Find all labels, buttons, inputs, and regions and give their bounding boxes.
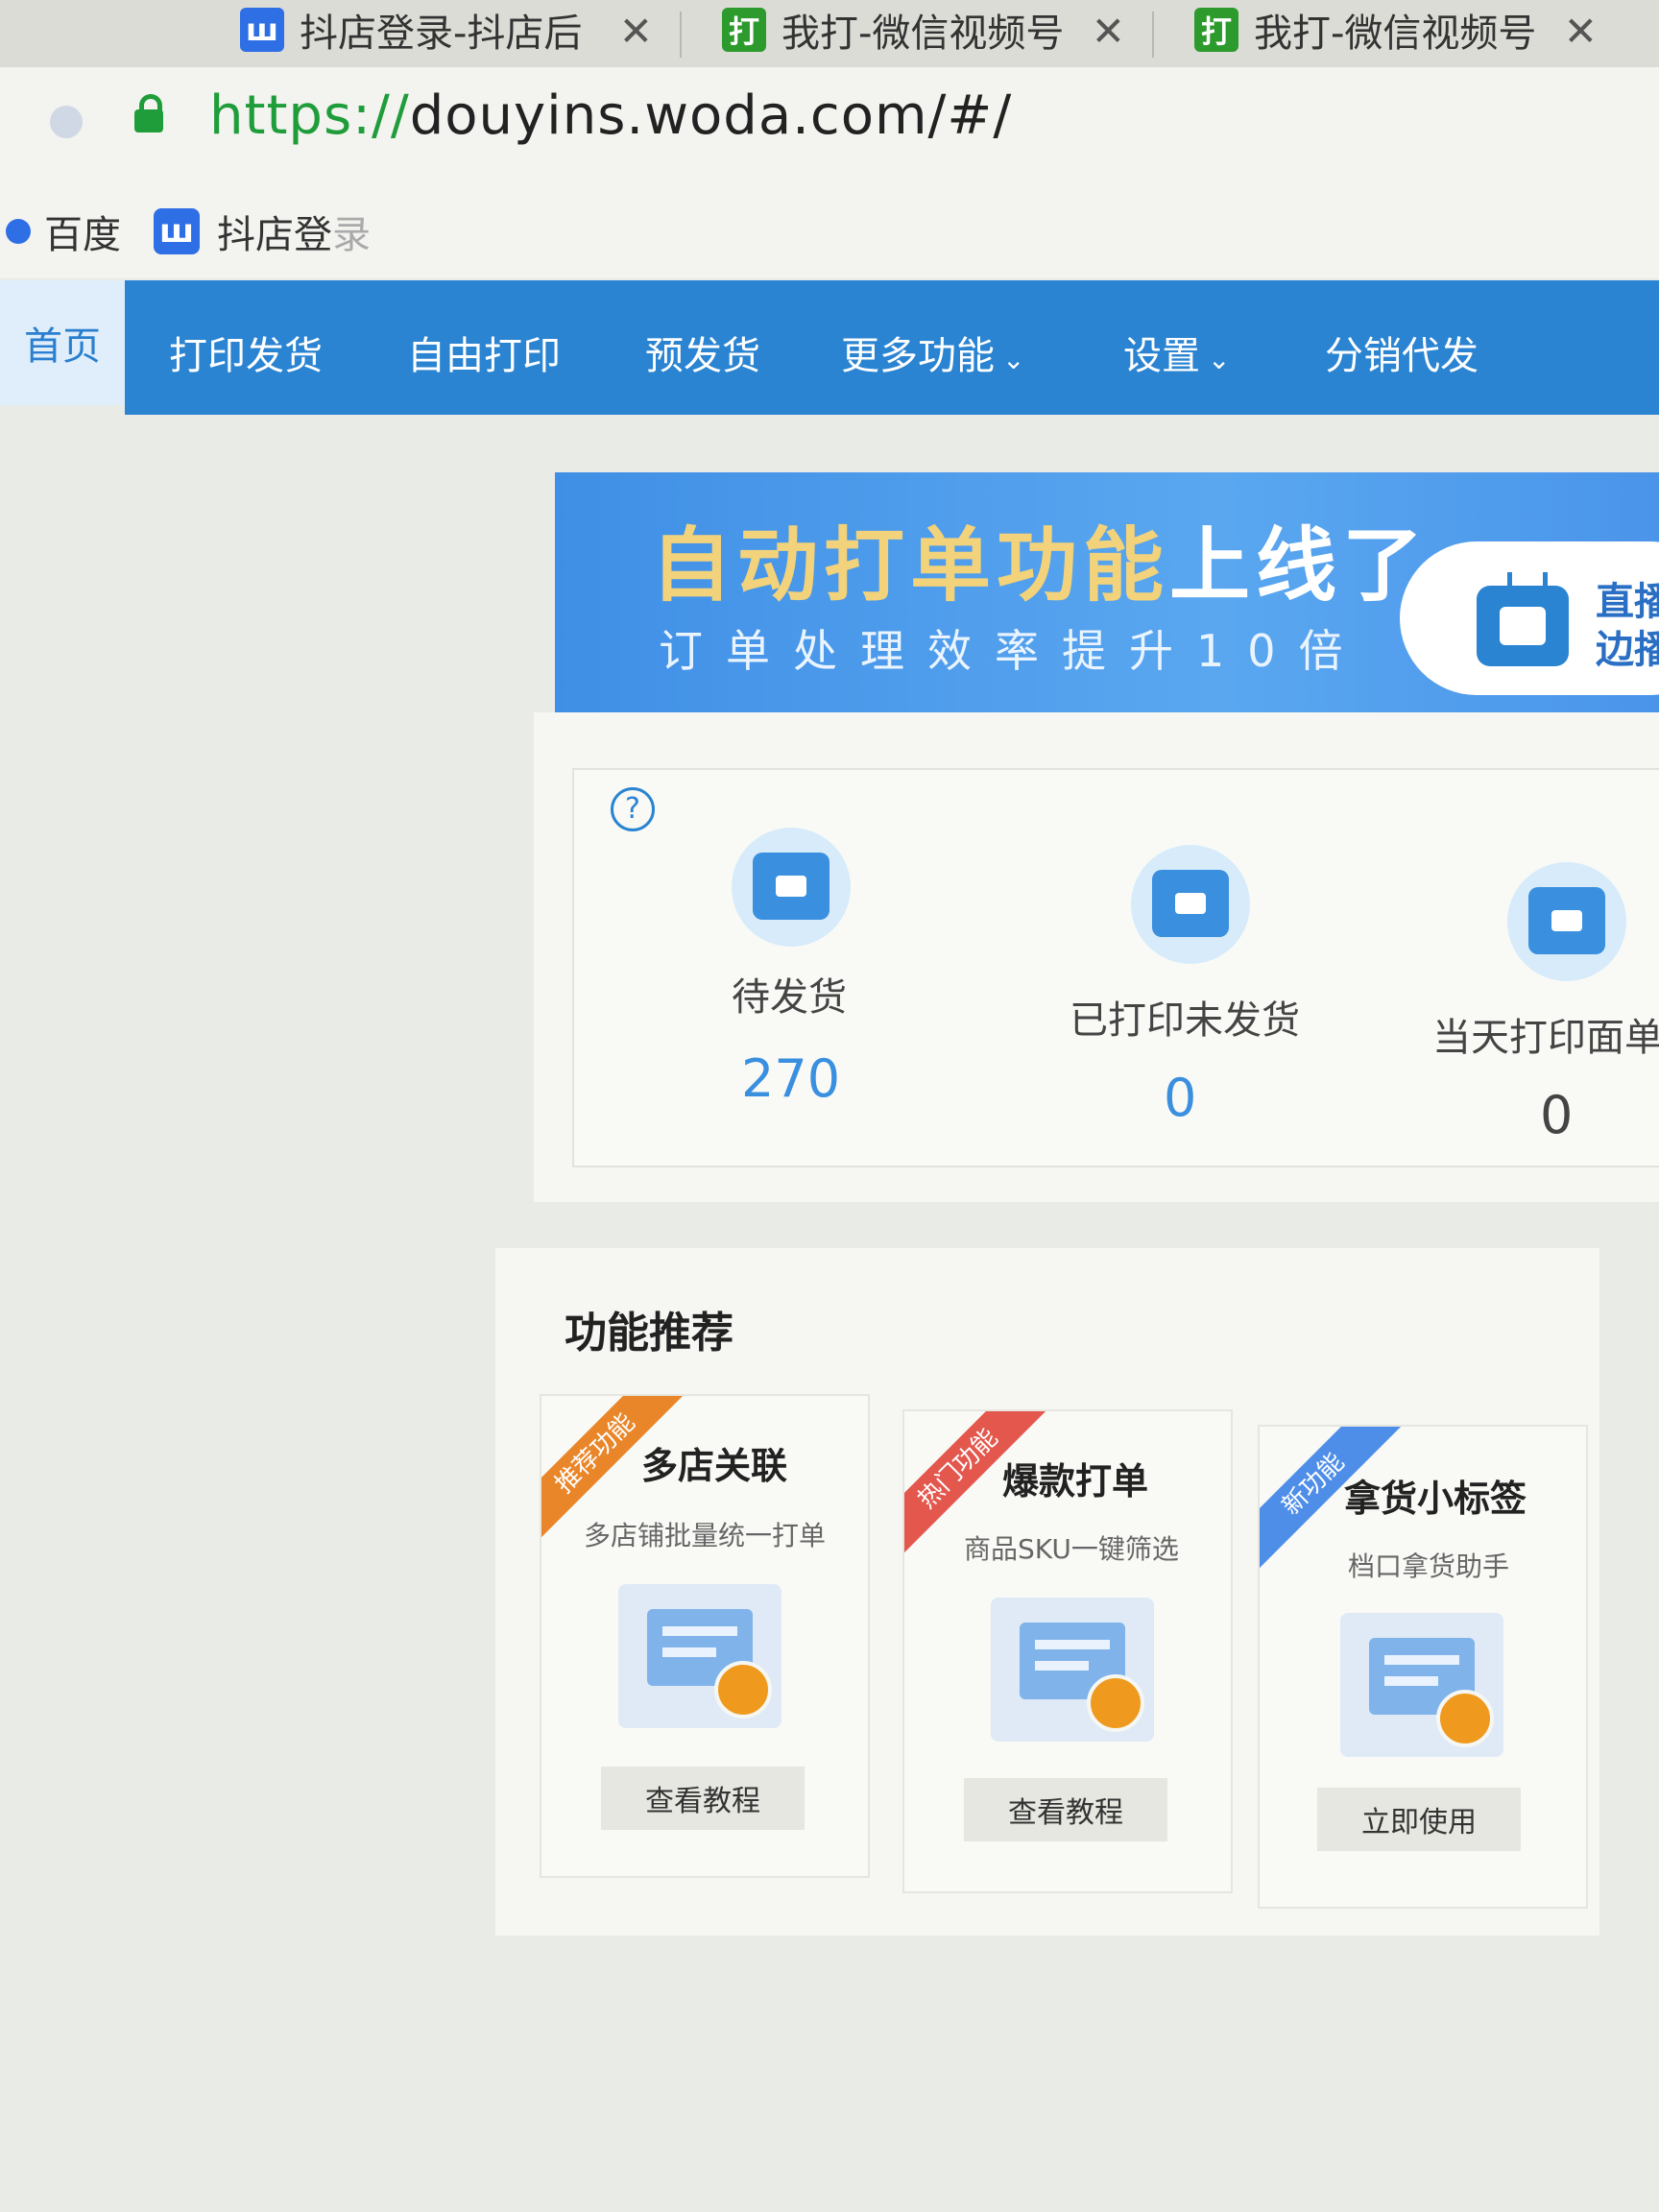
close-icon[interactable]: ✕: [619, 8, 653, 55]
tv-icon: [1477, 572, 1569, 666]
view-tutorial-button[interactable]: 查看教程: [964, 1778, 1167, 1841]
nav-tab-more-features[interactable]: 更多功能 ⌄: [841, 325, 1024, 380]
stat-label-printed-unshipped: 已打印未发货: [1070, 998, 1300, 1043]
nav-label: 自由打印: [407, 334, 561, 378]
stat-label-pending: 待发货: [732, 975, 847, 1020]
banner-title-rest: 上线了: [1169, 518, 1430, 613]
stat-value-pending[interactable]: 270: [741, 1048, 840, 1109]
bookmark-douyin-login[interactable]: ш 抖店登录: [154, 204, 371, 259]
truck-icon: [732, 828, 851, 947]
url-field[interactable]: https://douyins.woda.com/#/: [209, 84, 1012, 147]
url-path: douyins.woda.com/#/: [409, 84, 1013, 147]
feature-name: 拿货小标签: [1344, 1478, 1527, 1520]
view-tutorial-button[interactable]: 查看教程: [601, 1767, 805, 1830]
banner-pill-text: 直播 边播: [1596, 578, 1659, 674]
stat-value-printed-unshipped[interactable]: 0: [1164, 1068, 1196, 1128]
banner-title: 自动打单功能上线了: [651, 501, 1429, 617]
feature-desc: 商品SKU一键筛选: [964, 1533, 1179, 1565]
stat-label-today-printed: 当天打印面单数: [1432, 1016, 1659, 1060]
tab-separator: [1152, 12, 1154, 58]
bookmark-label-faded: 录: [332, 213, 371, 257]
woda-logo-icon: 打: [722, 8, 766, 52]
tab-title: 抖店登录-抖店后: [300, 12, 583, 56]
lock-icon[interactable]: [134, 94, 163, 132]
feature-name: 爆款打单: [1002, 1460, 1149, 1503]
close-icon[interactable]: ✕: [1564, 8, 1598, 55]
nav-tab-print-ship[interactable]: 打印发货: [169, 325, 323, 380]
douyin-logo-icon: ш: [240, 8, 284, 52]
stat-value-today-printed[interactable]: 0: [1540, 1085, 1573, 1145]
nav-label: 设置: [1123, 334, 1200, 378]
nav-tab-pre-ship[interactable]: 预发货: [645, 325, 760, 380]
shopping-bag-illustration-icon: [991, 1598, 1154, 1742]
browser-tab-woda-1[interactable]: 打 我打-微信视频号 ✕: [722, 0, 1125, 60]
tab-separator: [680, 12, 682, 58]
link-badge-icon: [714, 1661, 772, 1719]
bookmark-baidu[interactable]: 百度: [6, 204, 121, 259]
browser-tab-douyin-login[interactable]: ш 抖店登录-抖店后 ✕: [240, 0, 653, 60]
help-icon[interactable]: ?: [611, 787, 655, 831]
tab-title: 我打-微信视频号: [781, 12, 1065, 56]
feature-section-title: 功能推荐: [565, 1309, 733, 1358]
chevron-down-icon: ⌄: [1208, 344, 1231, 375]
banner-subtitle: 订单处理效率提升10倍: [659, 625, 1366, 677]
promo-banner[interactable]: 自动打单功能上线了 订单处理效率提升10倍 直播 边播: [555, 472, 1659, 712]
banner-title-highlight: 自动打单功能: [651, 518, 1170, 613]
label-illustration-icon: [1340, 1613, 1503, 1757]
nav-tab-settings[interactable]: 设置 ⌄: [1123, 325, 1230, 380]
chart-icon: [1507, 862, 1626, 981]
douyin-logo-icon: ш: [154, 208, 200, 254]
hot-badge-icon: [1087, 1674, 1144, 1732]
url-scheme: https://: [209, 84, 410, 147]
bookmarks-bar: 百度 ш 抖店登录: [0, 182, 1659, 278]
bookmark-label: 百度: [44, 213, 121, 257]
site-info-icon[interactable]: [50, 106, 83, 138]
baidu-paw-icon: [6, 219, 31, 244]
chevron-down-icon: ⌄: [1002, 344, 1025, 375]
feature-desc: 档口拿货助手: [1348, 1551, 1510, 1582]
nav-label: 预发货: [645, 334, 760, 378]
nav-tab-distribution[interactable]: 分销代发: [1325, 325, 1479, 380]
nav-label: 打印发货: [169, 334, 323, 378]
woda-logo-icon: 打: [1194, 8, 1238, 52]
nav-label: 首页: [24, 325, 101, 369]
use-now-button[interactable]: 立即使用: [1317, 1788, 1521, 1851]
nav-tab-free-print[interactable]: 自由打印: [407, 325, 561, 380]
tag-badge-icon: [1436, 1690, 1494, 1747]
bookmark-label: 抖店登: [217, 213, 332, 257]
box-glyph: [1152, 870, 1229, 937]
pill-line-2: 边播: [1596, 628, 1659, 672]
feature-name: 多店关联: [641, 1445, 788, 1487]
chart-glyph: [1528, 887, 1605, 954]
address-bar: https://douyins.woda.com/#/: [0, 67, 1659, 182]
multi-store-illustration-icon: [618, 1584, 781, 1728]
pill-line-1: 直播: [1596, 580, 1659, 624]
tab-title: 我打-微信视频号: [1254, 12, 1537, 56]
box-icon: [1131, 845, 1250, 964]
close-icon[interactable]: ✕: [1092, 8, 1125, 55]
truck-glyph: [753, 853, 830, 920]
nav-label: 分销代发: [1325, 334, 1479, 378]
feature-desc: 多店铺批量统一打单: [584, 1520, 827, 1551]
browser-tab-woda-2[interactable]: 打 我打-微信视频号 ✕: [1194, 0, 1598, 60]
nav-label: 更多功能: [841, 334, 995, 378]
nav-tab-home[interactable]: 首页: [0, 280, 125, 405]
browser-tabstrip: ш 抖店登录-抖店后 ✕ 打 我打-微信视频号 ✕ 打 我打-微信视频号 ✕: [0, 0, 1659, 67]
